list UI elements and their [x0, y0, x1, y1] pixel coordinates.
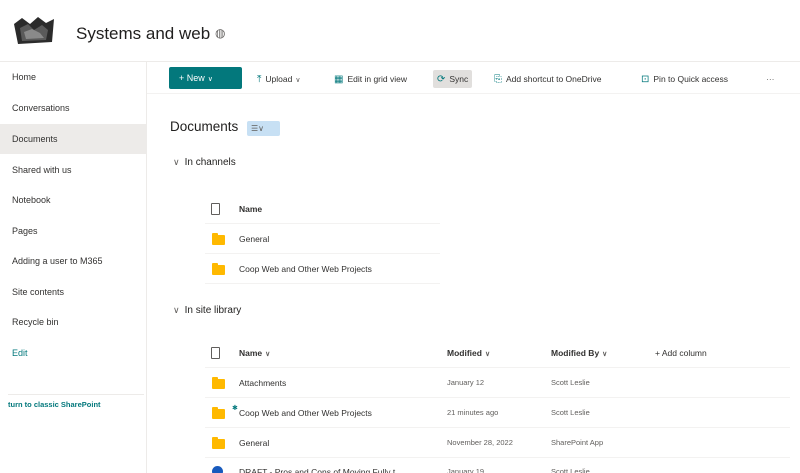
item-modified: January 19 [447, 467, 485, 473]
item-modified-by: Scott Leslie [551, 378, 590, 387]
column-header-name[interactable]: Name [239, 194, 262, 224]
sidebar-item-home[interactable]: Home [0, 62, 146, 92]
return-to-classic-link[interactable]: turn to classic SharePoint [8, 400, 101, 409]
chevron-down-icon: ∨ [602, 351, 608, 358]
add-shortcut-button[interactable]: ⎘ Add shortcut to OneDrive [494, 70, 601, 88]
site-title[interactable]: Systems and web [76, 24, 210, 44]
chevron-down-icon: ∨ [295, 77, 301, 84]
pin-quick-access-label: Pin to Quick access [653, 74, 729, 84]
globe-icon: ◍ [215, 26, 226, 40]
table-row[interactable]: General November 28, 2022 SharePoint App [205, 428, 790, 458]
plus-icon: + [179, 73, 187, 83]
column-header-modified-by[interactable]: Modified By ∨ [551, 338, 607, 368]
add-shortcut-label: Add shortcut to OneDrive [506, 74, 602, 84]
sidebar-item-recycle-bin[interactable]: Recycle bin [0, 307, 146, 337]
table-row[interactable]: DRAFT - Pros and Cons of Moving Fully t.… [205, 457, 790, 473]
table-row[interactable]: ✱ Coop Web and Other Web Projects 21 min… [205, 398, 790, 428]
item-name[interactable]: DRAFT - Pros and Cons of Moving Fully t.… [239, 457, 429, 473]
item-modified-by: Scott Leslie [551, 467, 590, 473]
site-header: Systems and web ◍ [0, 0, 800, 62]
item-modified-by: SharePoint App [551, 438, 604, 447]
sidebar-edit-link[interactable]: Edit [0, 338, 146, 368]
item-modified: January 12 [447, 378, 485, 387]
folder-icon [212, 407, 225, 419]
word-document-icon [212, 466, 223, 473]
command-bar: + New ∨ ⤒ Upload ∨ ▦ Edit in grid view ⟳ Sync… [147, 62, 800, 94]
table-row[interactable]: Attachments January 12 Scott Leslie [205, 368, 790, 398]
add-column-button[interactable]: + Add column [655, 338, 707, 368]
library-title: Documents [170, 119, 239, 134]
channels-heading: In channels [184, 157, 236, 168]
sync-label: Sync [449, 74, 469, 84]
item-name[interactable]: General [239, 428, 269, 458]
sidebar-item-conversations[interactable]: Conversations [0, 93, 146, 123]
column-header-name[interactable]: Name ∨ [239, 338, 270, 368]
edit-grid-view-label: Edit in grid view [347, 74, 407, 84]
pin-icon: ⊡ [641, 74, 650, 85]
file-type-icon [211, 203, 220, 215]
folder-icon [212, 263, 225, 275]
site-library-heading: In site library [184, 305, 242, 316]
left-navigation: Home Conversations Documents Shared with… [0, 62, 147, 473]
sidebar-item-notebook[interactable]: Notebook [0, 185, 146, 215]
item-name[interactable]: Attachments [239, 368, 286, 398]
chevron-down-icon: ∨ [173, 157, 180, 167]
sidebar-item-documents[interactable]: Documents [0, 124, 146, 154]
item-modified-by: Scott Leslie [551, 408, 590, 417]
table-row[interactable]: Coop Web and Other Web Projects [205, 254, 440, 284]
item-modified: 21 minutes ago [447, 408, 499, 417]
site-library-section-toggle[interactable]: ∨ In site library [173, 305, 241, 316]
upload-icon: ⤒ [257, 74, 262, 85]
column-header-modified[interactable]: Modified ∨ [447, 338, 490, 368]
folder-icon [212, 377, 225, 389]
shortcut-icon: ⎘ [494, 74, 502, 85]
more-options-button[interactable]: ··· [766, 70, 775, 88]
sidebar-item-shared-with-us[interactable]: Shared with us [0, 155, 146, 185]
edit-grid-view-button[interactable]: ▦ Edit in grid view [334, 70, 407, 88]
channels-section-toggle[interactable]: ∨ In channels [173, 157, 236, 168]
chevron-down-icon: ∨ [265, 351, 271, 358]
upload-label: Upload [265, 74, 293, 84]
site-logo[interactable] [10, 14, 58, 48]
table-row[interactable]: General [205, 224, 440, 254]
sync-icon: ⟳ [437, 74, 446, 85]
pin-quick-access-button[interactable]: ⊡ Pin to Quick access [641, 70, 728, 88]
item-name[interactable]: Coop Web and Other Web Projects [239, 398, 372, 428]
chevron-down-icon: ∨ [484, 351, 491, 358]
chevron-down-icon: ∨ [173, 305, 180, 315]
view-switcher-button[interactable]: ☰∨ [247, 121, 280, 136]
chevron-down-icon: ∨ [207, 76, 213, 83]
upload-button[interactable]: ⤒ Upload ∨ [257, 70, 300, 88]
nav-divider [8, 394, 144, 395]
site-library-header-row: Name ∨ Modified ∨ Modified By ∨ + Add colum… [205, 338, 790, 368]
new-item-marker-icon: ✱ [232, 405, 238, 412]
sidebar-item-site-contents[interactable]: Site contents [0, 277, 146, 307]
folder-icon [212, 233, 225, 245]
sync-button[interactable]: ⟳ Sync [433, 70, 473, 88]
sidebar-item-adding-user[interactable]: Adding a user to M365 [0, 246, 146, 276]
file-type-icon [211, 347, 220, 359]
item-modified: November 28, 2022 [447, 438, 513, 447]
grid-icon: ▦ [334, 74, 344, 85]
new-button-label: New [186, 73, 205, 83]
folder-name[interactable]: Coop Web and Other Web Projects [239, 254, 372, 284]
folder-icon [212, 437, 225, 449]
folder-name[interactable]: General [239, 224, 269, 254]
channels-header-row: Name [205, 194, 440, 224]
new-button[interactable]: + New ∨ [169, 67, 242, 89]
sidebar-item-pages[interactable]: Pages [0, 216, 146, 246]
